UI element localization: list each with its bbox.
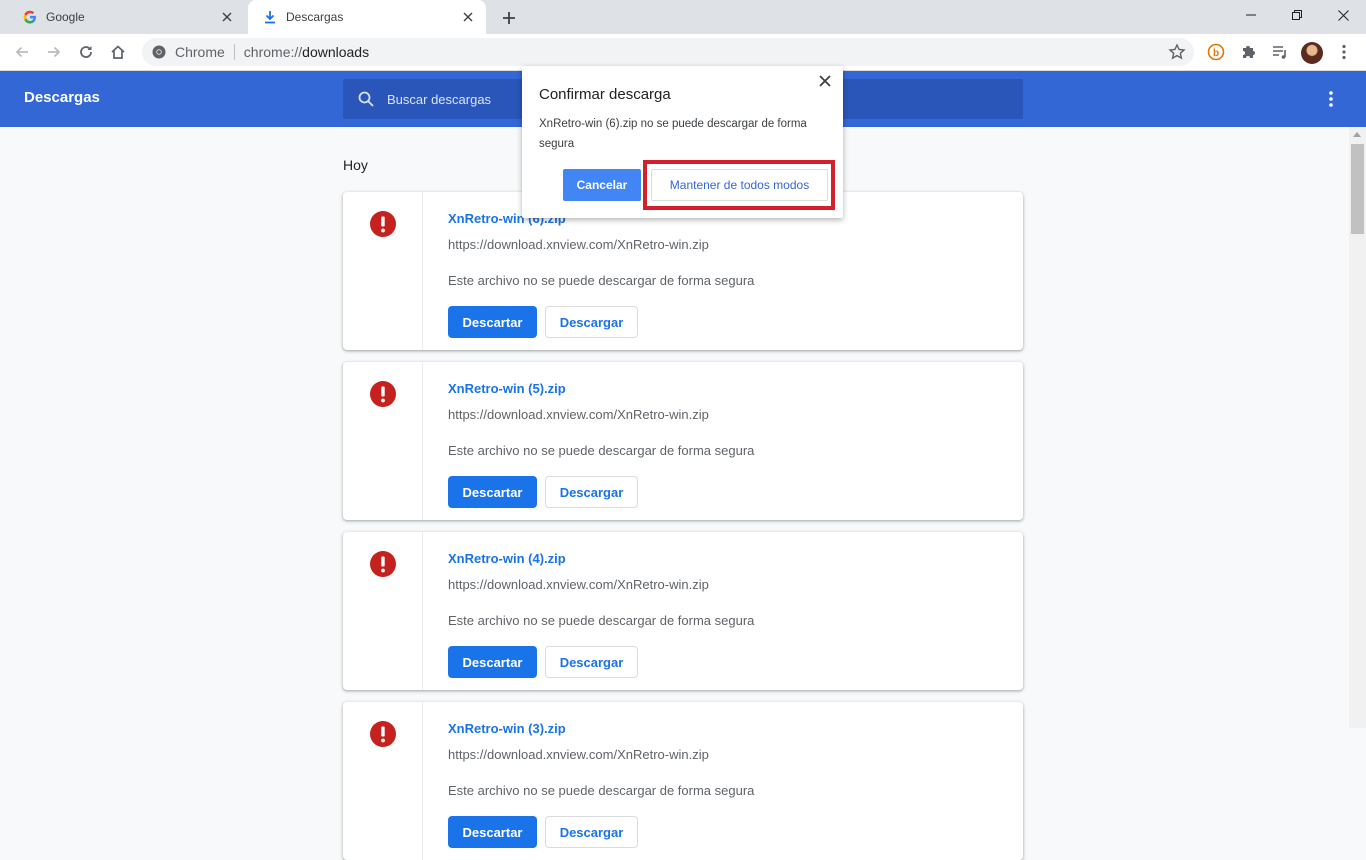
confirm-download-dialog: Confirmar descarga XnRetro-win (6).zip n…	[522, 66, 843, 218]
site-label: Chrome	[175, 44, 225, 60]
bookmark-star-icon[interactable]	[1168, 43, 1186, 61]
url-scheme: chrome://	[243, 44, 303, 60]
file-url[interactable]: https://download.xnview.com/XnRetro-win.…	[448, 407, 709, 422]
download-status: Este archivo no se puede descargar de fo…	[448, 443, 755, 458]
dialog-title: Confirmar descarga	[539, 86, 671, 103]
close-window-button[interactable]	[1320, 0, 1366, 30]
restore-icon	[1292, 10, 1302, 20]
download-icon-column	[343, 362, 423, 520]
close-tab-icon[interactable]	[219, 9, 235, 25]
extension-badge-icon: b	[1207, 43, 1225, 61]
tab-google[interactable]: Google	[8, 0, 245, 34]
close-tab-icon[interactable]	[460, 9, 476, 25]
file-url[interactable]: https://download.xnview.com/XnRetro-win.…	[448, 747, 709, 762]
warning-icon	[370, 381, 396, 407]
discard-button[interactable]: Descartar	[448, 476, 537, 508]
discard-button[interactable]: Descartar	[448, 816, 537, 848]
media-control-button[interactable]	[1268, 40, 1292, 64]
back-button[interactable]	[10, 40, 34, 64]
address-bar[interactable]: Chrome chrome:// downloads	[142, 38, 1194, 66]
chrome-icon	[152, 45, 166, 59]
download-icon-column	[343, 532, 423, 690]
dialog-message: XnRetro-win (6).zip no se puede descarga…	[539, 118, 807, 150]
search-icon	[358, 91, 374, 107]
puzzle-icon	[1243, 46, 1255, 58]
download-status: Este archivo no se puede descargar de fo…	[448, 783, 755, 798]
file-name-link[interactable]: XnRetro-win (5).zip	[448, 381, 566, 396]
day-label: Hoy	[343, 157, 368, 173]
minimize-icon	[1246, 14, 1256, 16]
home-button[interactable]	[106, 40, 130, 64]
page-scrollbar[interactable]	[1349, 127, 1366, 728]
tab-label: Google	[46, 10, 85, 24]
warning-icon	[370, 551, 396, 577]
warning-icon	[370, 721, 396, 747]
download-item: XnRetro-win (4).zip https://download.xnv…	[343, 532, 1023, 690]
arrow-right-icon	[48, 46, 61, 58]
browser-menu-button[interactable]	[1332, 40, 1356, 64]
tab-descargas[interactable]: Descargas	[248, 0, 486, 34]
keep-download-button[interactable]: Descargar	[545, 476, 638, 508]
svg-text:b: b	[1213, 48, 1219, 59]
profile-avatar[interactable]	[1301, 42, 1323, 64]
file-url[interactable]: https://download.xnview.com/XnRetro-win.…	[448, 237, 709, 252]
forward-button[interactable]	[42, 40, 66, 64]
tab-strip: Google Descargas	[0, 0, 1366, 34]
warning-icon	[370, 211, 396, 237]
scroll-up-arrow[interactable]	[1353, 132, 1361, 137]
url-host: downloads	[302, 44, 370, 60]
download-icon	[262, 9, 278, 25]
address-divider	[233, 44, 235, 60]
new-tab-button[interactable]	[499, 8, 519, 28]
highlight-box	[643, 160, 835, 210]
more-vert-icon	[1342, 44, 1346, 60]
playlist-icon	[1273, 46, 1286, 59]
keep-download-button[interactable]: Descargar	[545, 816, 638, 848]
discard-button[interactable]: Descartar	[448, 646, 537, 678]
reload-icon	[80, 46, 92, 58]
discard-button[interactable]: Descartar	[448, 306, 537, 338]
scrollbar-thumb[interactable]	[1351, 144, 1364, 234]
close-icon[interactable]	[818, 74, 832, 88]
extension-button[interactable]: b	[1204, 40, 1228, 64]
home-icon	[111, 45, 125, 59]
download-status: Este archivo no se puede descargar de fo…	[448, 273, 755, 288]
download-icon-column	[343, 192, 423, 350]
plus-icon	[503, 12, 515, 24]
download-status: Este archivo no se puede descargar de fo…	[448, 613, 755, 628]
tab-label: Descargas	[286, 10, 344, 24]
file-name-link[interactable]: XnRetro-win (4).zip	[448, 551, 566, 566]
download-item: XnRetro-win (3).zip https://download.xnv…	[343, 702, 1023, 860]
file-name-link[interactable]: XnRetro-win (3).zip	[448, 721, 566, 736]
download-icon-column	[343, 702, 423, 860]
file-url[interactable]: https://download.xnview.com/XnRetro-win.…	[448, 577, 709, 592]
more-vert-icon[interactable]	[1321, 89, 1341, 109]
page-title: Descargas	[24, 89, 100, 106]
close-icon	[1337, 9, 1349, 21]
download-item: XnRetro-win (5).zip https://download.xnv…	[343, 362, 1023, 520]
google-icon	[22, 9, 38, 25]
minimize-button[interactable]	[1228, 0, 1274, 30]
keep-download-button[interactable]: Descargar	[545, 306, 638, 338]
restore-button[interactable]	[1274, 0, 1320, 30]
reload-button[interactable]	[74, 40, 98, 64]
cancel-button[interactable]: Cancelar	[563, 169, 641, 201]
extensions-menu-button[interactable]	[1236, 40, 1260, 64]
keep-download-button[interactable]: Descargar	[545, 646, 638, 678]
arrow-left-icon	[15, 46, 28, 58]
